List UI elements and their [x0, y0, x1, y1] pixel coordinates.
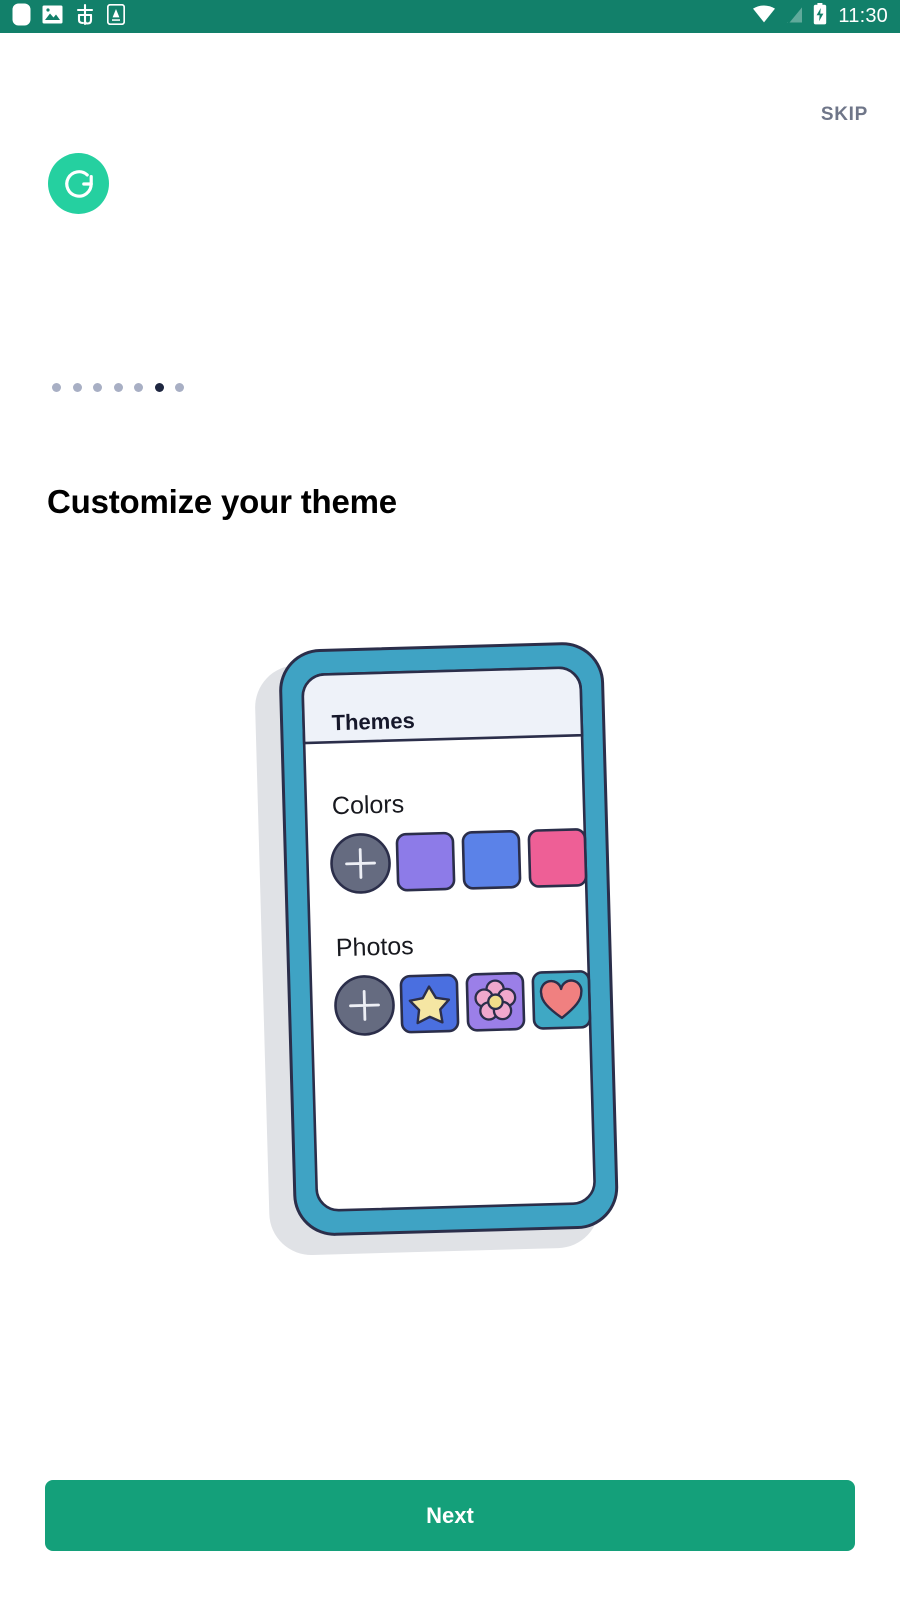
- pager-dot-2[interactable]: [93, 383, 102, 392]
- battery-charging-icon: [813, 3, 827, 30]
- appbar-title: Themes: [331, 708, 415, 735]
- next-button[interactable]: Next: [45, 1480, 855, 1551]
- pager-dot-3[interactable]: [113, 383, 123, 392]
- pager-dots: [52, 383, 184, 392]
- pager-dot-1[interactable]: [72, 383, 82, 392]
- phone-themes-illustration: Themes Colors Photos: [240, 625, 660, 1275]
- photo-tile-star: [399, 973, 460, 1034]
- color-swatch-pink: [527, 828, 588, 888]
- status-bar-left-icons: [12, 3, 126, 31]
- image-icon: [42, 4, 63, 30]
- section-label-photos: Photos: [336, 932, 415, 962]
- pager-dot-6[interactable]: [175, 383, 184, 392]
- color-swatch-blue: [461, 829, 522, 890]
- pager-dot-5[interactable]: [154, 383, 164, 392]
- color-swatch-purple: [395, 831, 456, 892]
- status-bar-right-icons: 11:30: [752, 3, 888, 30]
- page-title: Customize your theme: [47, 483, 397, 520]
- add-photo-button: [334, 975, 395, 1036]
- section-label-colors: Colors: [332, 790, 405, 820]
- logo-g-icon: [64, 169, 93, 198]
- status-bar: 11:30: [0, 0, 900, 33]
- skip-button[interactable]: SKIP: [821, 104, 868, 126]
- signal-off-icon: [785, 4, 804, 29]
- onboarding-screen: 11:30 SKIP Customize your theme Themes C…: [0, 0, 900, 1600]
- add-color-button: [330, 833, 391, 894]
- status-bar-clock: 11:30: [838, 5, 888, 27]
- pager-dot-0[interactable]: [52, 383, 61, 392]
- wifi-icon: [752, 4, 776, 29]
- letter-a-icon: [106, 3, 126, 30]
- app-logo: [48, 153, 109, 214]
- rounded-square-icon: [12, 3, 31, 31]
- photo-tile-flower: [465, 971, 526, 1032]
- photo-tile-heart: [531, 970, 592, 1030]
- pager-dot-4[interactable]: [134, 383, 143, 392]
- debug-bug-icon: [74, 3, 96, 31]
